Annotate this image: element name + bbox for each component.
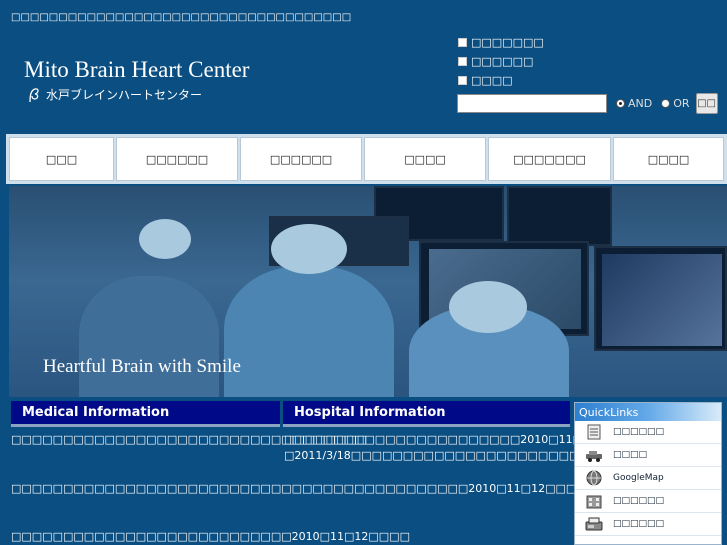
quicklink-item[interactable]: □□□□□□ bbox=[575, 490, 721, 513]
logo-japanese-text: 水戸ブレインハートセンター bbox=[46, 88, 203, 102]
person-figure bbox=[139, 219, 191, 259]
quicklink-label: □□□□□□ bbox=[613, 427, 665, 437]
search-option[interactable]: □□□□ bbox=[458, 71, 544, 90]
news-item[interactable]: □□□□□□□□□□□□□□□□□□□□□□□□□□□2010□11□12□□□… bbox=[11, 529, 410, 545]
and-radio[interactable] bbox=[616, 99, 625, 108]
fax-icon bbox=[585, 517, 603, 531]
checkbox[interactable] bbox=[458, 38, 467, 47]
checkbox[interactable] bbox=[458, 57, 467, 66]
quicklinks-panel: QuickLinks □□□□□□ □□□□ GoogleMap □□□□□□ bbox=[574, 402, 722, 545]
search-option-label: □□□□ bbox=[471, 74, 513, 87]
logo-mark-icon bbox=[29, 87, 39, 102]
nav-item-4[interactable]: □□□□ bbox=[364, 137, 486, 181]
building-icon bbox=[586, 495, 602, 509]
news-item[interactable]: □□□□□□□□□□□□□□□□□□□□□□□□□□□□□□□□□□□□□□□□… bbox=[11, 432, 639, 448]
person-figure bbox=[79, 276, 219, 397]
quicklink-label: □□□□□□ bbox=[613, 519, 665, 529]
quicklink-item[interactable]: □□□□ bbox=[575, 444, 721, 467]
header-tagline: □□□□□□□□□□□□□□□□□□□□□□□□□□□□□□□□□□□□ bbox=[11, 12, 352, 23]
quicklinks-heading: QuickLinks bbox=[575, 403, 721, 421]
quicklink-item[interactable]: GoogleMap bbox=[575, 467, 721, 490]
quicklink-label: □□□□ bbox=[613, 450, 648, 460]
document-icon bbox=[587, 424, 601, 440]
search-button[interactable]: □□ bbox=[695, 93, 718, 114]
search-bar: AND OR □□ bbox=[457, 93, 718, 114]
hero-caption: Heartful Brain with Smile bbox=[43, 356, 241, 377]
search-option-label: □□□□□□ bbox=[471, 55, 534, 68]
news-item[interactable]: □□□□□□□□ bbox=[284, 432, 570, 448]
medical-info-heading: Medical Information bbox=[11, 401, 280, 427]
nav-item-5[interactable]: □□□□□□□ bbox=[488, 137, 611, 181]
quicklink-item[interactable]: □□□□□□ bbox=[575, 513, 721, 536]
news-item[interactable]: □□□□□□□□□□□□□□□□□□□□□□□□□□□□□□□□□□□□□□□□… bbox=[11, 481, 587, 497]
quicklink-label: GoogleMap bbox=[613, 473, 664, 483]
main-nav: □□□ □□□□□□ □□□□□□ □□□□ □□□□□□□ □□□□ bbox=[6, 134, 727, 184]
logo-japanese-row[interactable]: 水戸ブレインハートセンター bbox=[27, 86, 202, 103]
search-input[interactable] bbox=[457, 94, 607, 113]
and-radio-label: AND bbox=[628, 97, 653, 110]
checkbox[interactable] bbox=[458, 76, 467, 85]
person-figure bbox=[271, 224, 347, 274]
monitor bbox=[594, 246, 727, 351]
quicklink-item[interactable]: □□□□□□ bbox=[575, 421, 721, 444]
car-icon bbox=[586, 451, 602, 462]
quicklink-label: □□□□□□ bbox=[613, 496, 665, 506]
search-category-list: □□□□□□□ □□□□□□ □□□□ bbox=[458, 33, 544, 90]
nav-item-home[interactable]: □□□ bbox=[9, 137, 114, 181]
search-option[interactable]: □□□□□□□ bbox=[458, 33, 544, 52]
nav-item-2[interactable]: □□□□□□ bbox=[116, 137, 238, 181]
person-figure bbox=[224, 266, 394, 397]
or-radio[interactable] bbox=[661, 99, 671, 108]
logo-english[interactable]: Mito Brain Heart Center bbox=[24, 57, 249, 83]
nav-item-6[interactable]: □□□□ bbox=[613, 137, 724, 181]
nav-item-3[interactable]: □□□□□□ bbox=[240, 137, 362, 181]
or-radio-label: OR bbox=[673, 97, 690, 110]
search-option[interactable]: □□□□□□ bbox=[458, 52, 544, 71]
person-figure bbox=[449, 281, 527, 333]
hospital-info-heading: Hospital Information bbox=[283, 401, 570, 427]
news-item[interactable]: □2011/3/18□□□□□□□□□□□□□□□□□□□□□□□□ bbox=[284, 448, 600, 464]
hero-banner: Heartful Brain with Smile bbox=[9, 186, 727, 397]
search-option-label: □□□□□□□ bbox=[471, 36, 544, 49]
monitor bbox=[507, 186, 612, 246]
globe-icon bbox=[586, 470, 602, 486]
